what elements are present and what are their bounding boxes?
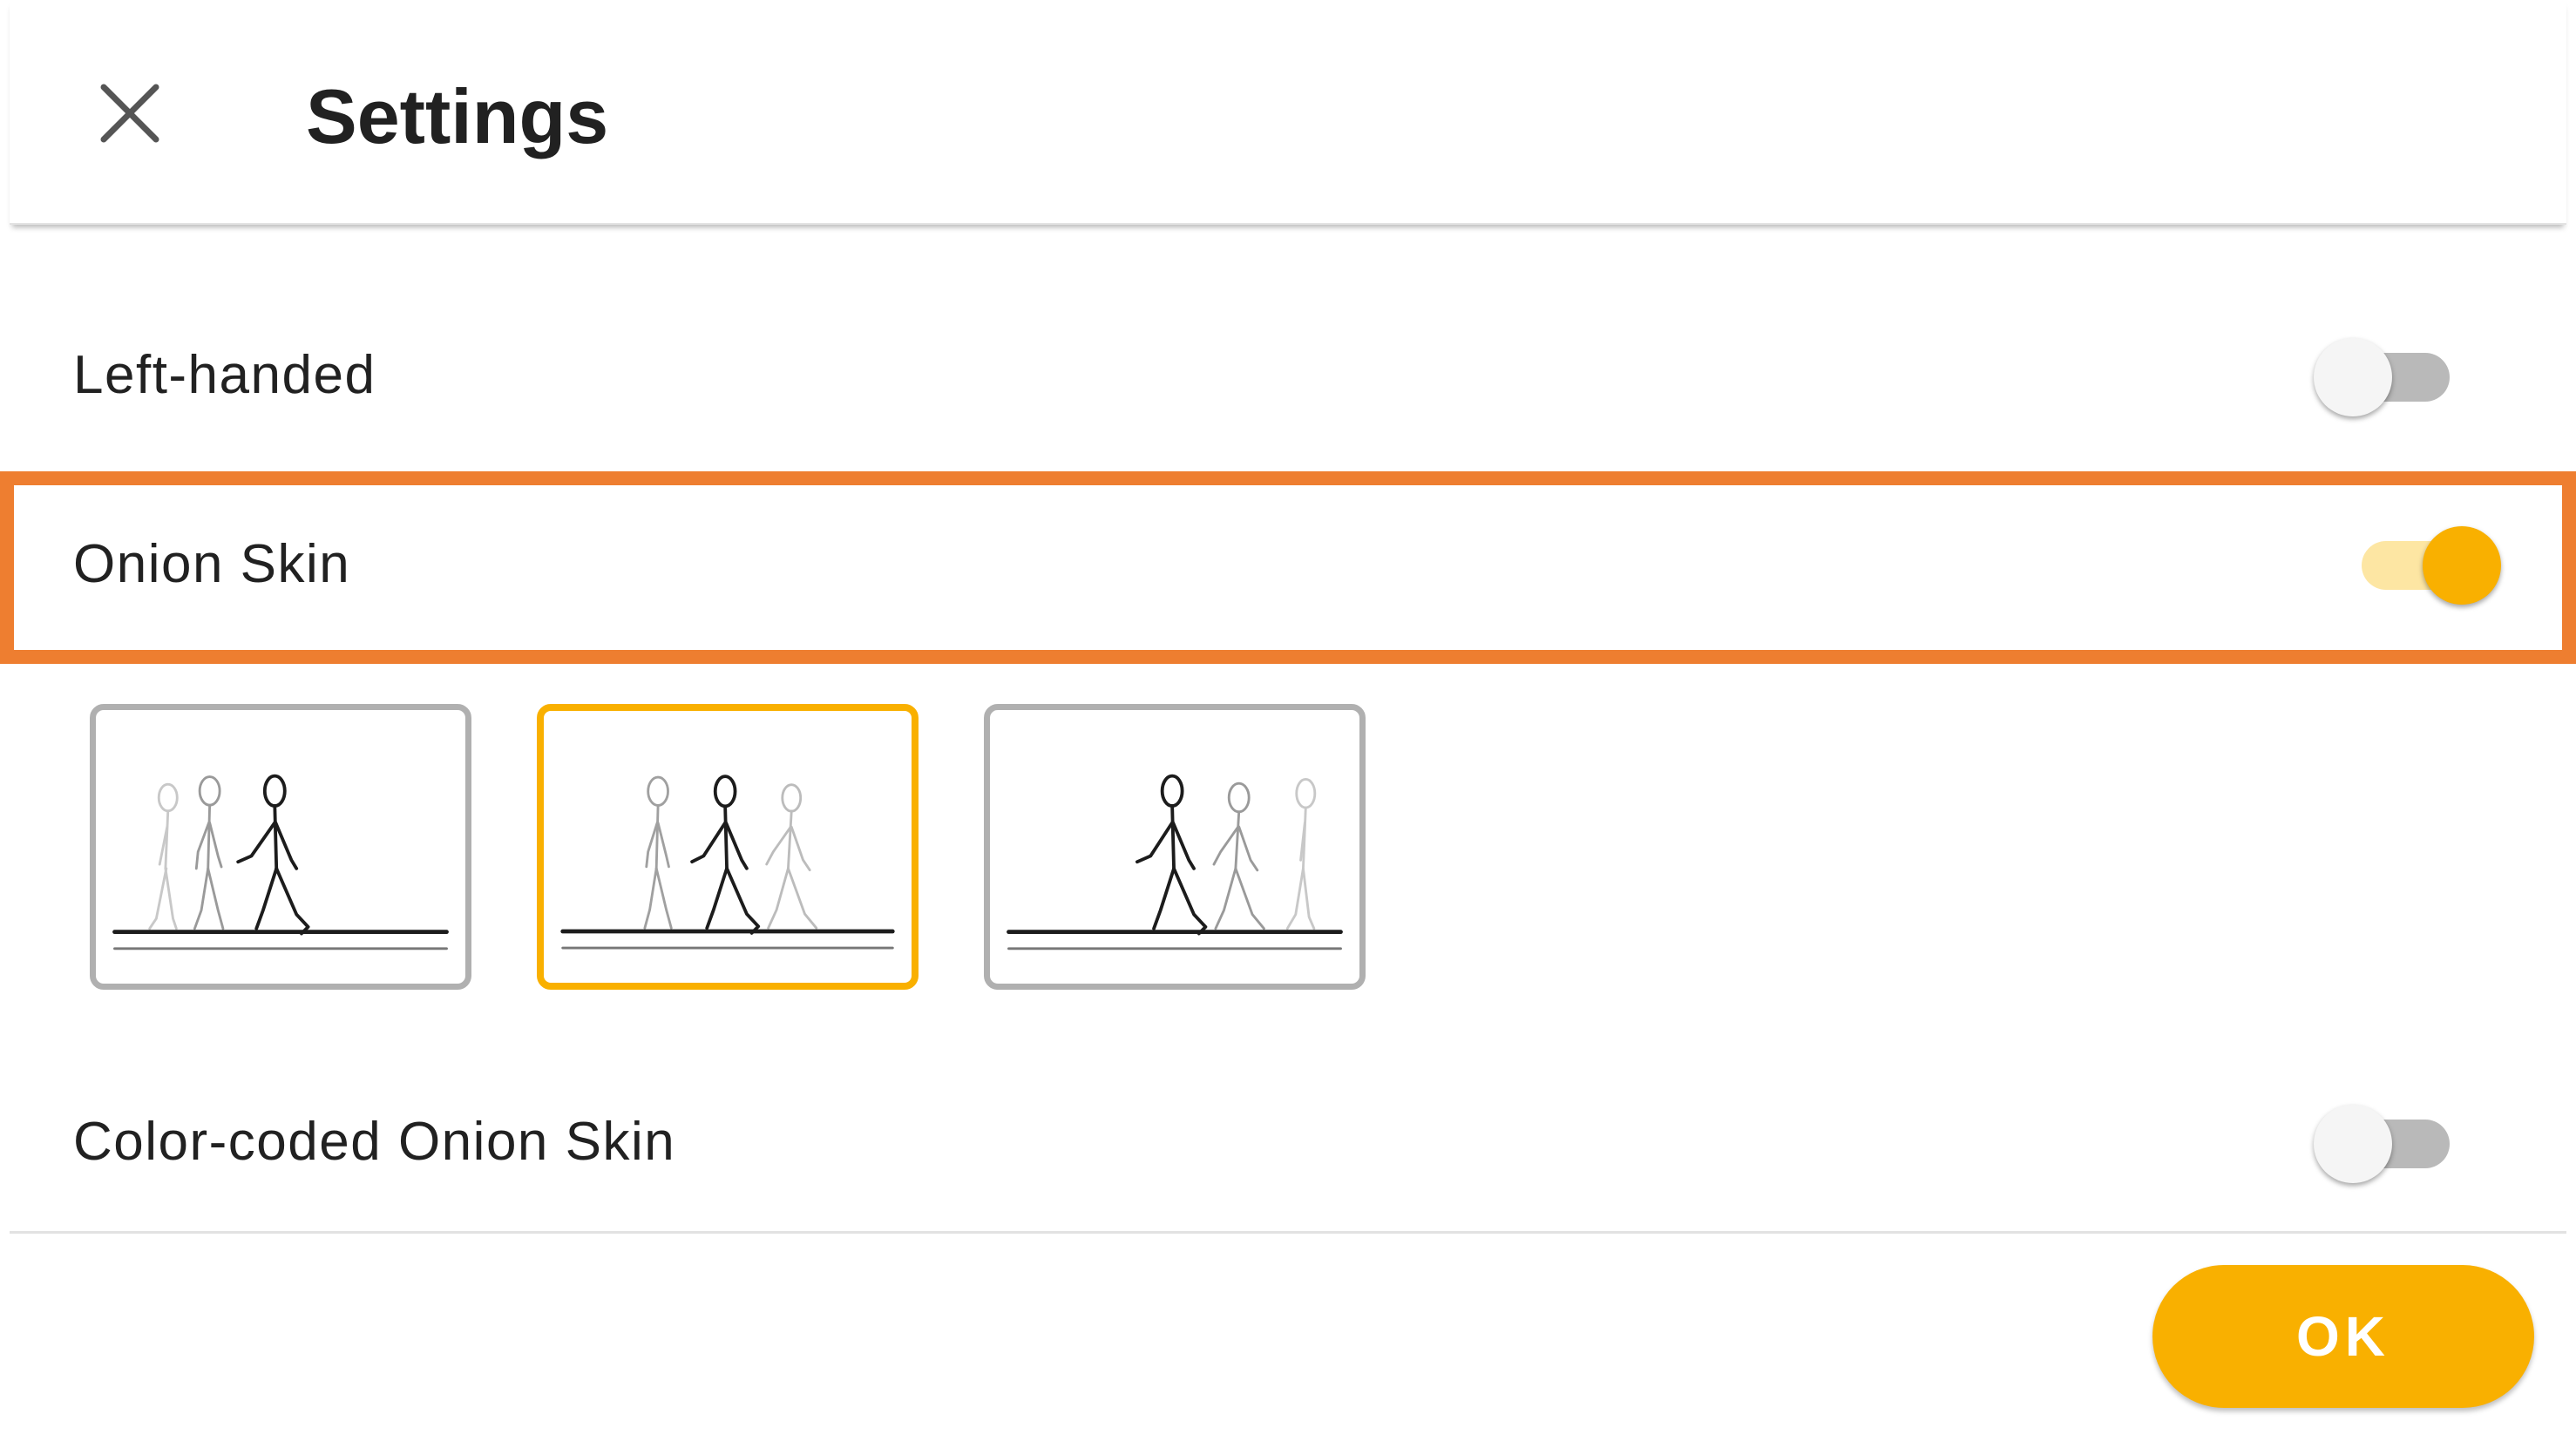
left-handed-toggle[interactable] xyxy=(2314,327,2471,423)
onion-skin-label: Onion Skin xyxy=(73,534,351,594)
walking-figures-previous-icon xyxy=(112,774,449,951)
onion-skin-mode-previous-next[interactable] xyxy=(537,704,919,990)
onion-skin-toggle[interactable] xyxy=(2344,515,2501,611)
toggle-knob xyxy=(2423,526,2501,605)
walking-figures-next-icon xyxy=(1007,774,1343,951)
color-coded-onion-skin-toggle[interactable] xyxy=(2314,1093,2471,1189)
footer-divider xyxy=(10,1231,2566,1234)
toggle-knob xyxy=(2314,1105,2392,1183)
onion-skin-mode-previous[interactable] xyxy=(90,704,471,990)
ok-button[interactable]: OK xyxy=(2152,1265,2534,1408)
color-coded-onion-skin-label: Color-coded Onion Skin xyxy=(73,1112,676,1172)
settings-header: Settings xyxy=(10,0,2566,225)
close-button[interactable] xyxy=(88,71,172,155)
walking-figures-previous-next-icon xyxy=(560,775,895,950)
toggle-knob xyxy=(2314,338,2392,416)
onion-skin-mode-next[interactable] xyxy=(984,704,1366,990)
onion-skin-highlight xyxy=(0,471,2576,664)
close-icon xyxy=(100,84,159,143)
left-handed-label: Left-handed xyxy=(73,345,376,405)
page-title: Settings xyxy=(306,73,609,159)
